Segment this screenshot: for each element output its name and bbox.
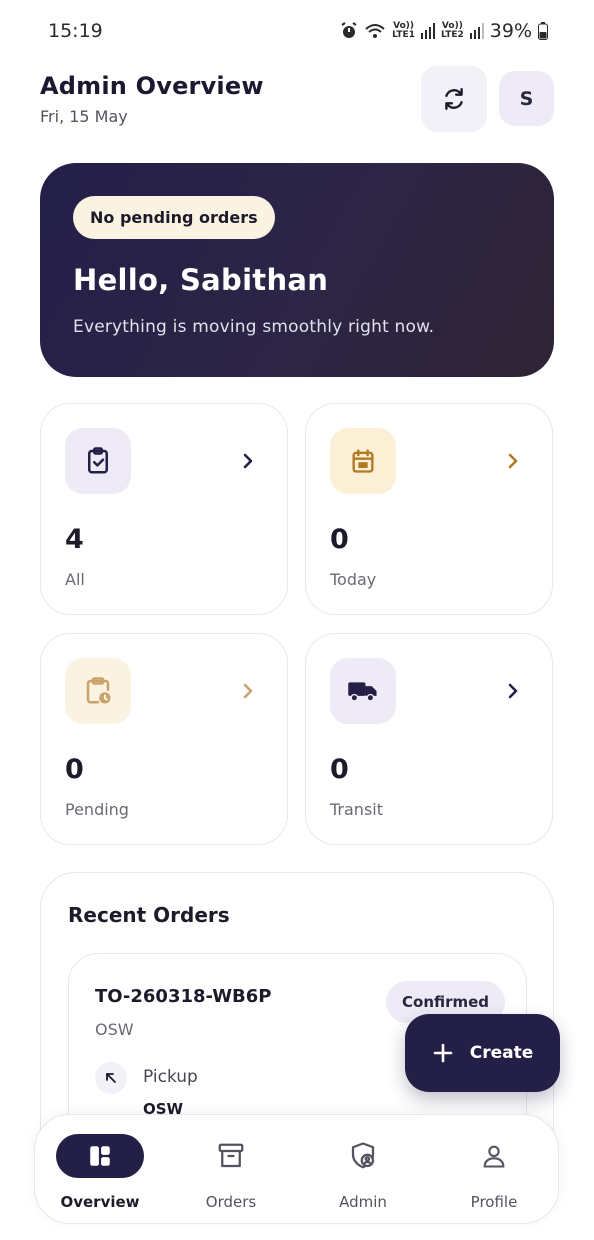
stat-icon-box — [65, 428, 131, 494]
truck-icon — [348, 682, 377, 702]
shield-user-icon — [351, 1142, 375, 1169]
status-icons: Vo)) LTE1 Vo)) LTE2 39% — [340, 20, 548, 42]
battery-percent: 39% — [489, 20, 532, 42]
hero-card: No pending orders Hello, Sabithan Everyt… — [40, 163, 554, 377]
nav-label: Orders — [205, 1193, 257, 1211]
nav-orders[interactable]: Orders — [171, 1133, 291, 1211]
stat-icon-box — [330, 428, 396, 494]
stat-label: Pending — [65, 800, 129, 819]
greeting: Hello, Sabithan — [73, 263, 329, 297]
header: Admin Overview Fri, 15 May S — [40, 66, 554, 132]
signal-icon — [420, 23, 435, 39]
archive-icon — [218, 1143, 244, 1168]
stat-icon-box — [330, 658, 396, 724]
stat-card-pending[interactable]: 0 Pending — [40, 633, 288, 845]
stat-count: 0 — [330, 524, 349, 555]
nav-profile[interactable]: Profile — [434, 1133, 554, 1211]
refresh-button[interactable] — [421, 66, 487, 132]
user-icon — [483, 1145, 505, 1168]
dashboard-icon — [90, 1146, 110, 1166]
hero-message: Everything is moving smoothly right now. — [73, 317, 435, 337]
avatar[interactable]: S — [499, 71, 554, 126]
battery-icon — [538, 22, 548, 40]
nav-admin[interactable]: Admin — [303, 1133, 423, 1211]
status-time: 15:19 — [48, 20, 103, 42]
wifi-icon — [365, 24, 385, 38]
stat-count: 0 — [330, 754, 349, 785]
pickup-label: Pickup — [143, 1067, 198, 1087]
clipboard-check-icon — [88, 447, 108, 474]
status-bar: 15:19 Vo)) LTE1 Vo)) LTE2 39% — [0, 0, 594, 62]
stat-label: Today — [330, 570, 377, 589]
chevron-right-icon — [508, 683, 518, 699]
signal-icon — [469, 23, 484, 39]
section-title: Recent Orders — [68, 903, 230, 927]
header-actions: S — [421, 66, 554, 132]
alarm-icon — [341, 22, 357, 38]
clipboard-clock-icon — [86, 677, 111, 704]
page-date: Fri, 15 May — [40, 107, 128, 126]
stat-card-transit[interactable]: 0 Transit — [305, 633, 553, 845]
nav-label: Profile — [470, 1193, 518, 1211]
nav-overview[interactable]: Overview — [40, 1133, 160, 1211]
refresh-icon — [445, 88, 463, 110]
status-pill: No pending orders — [73, 196, 275, 239]
order-subtitle: OSW — [95, 1020, 134, 1039]
nav-label: Overview — [60, 1193, 140, 1211]
stat-count: 4 — [65, 524, 84, 555]
chevron-right-icon — [243, 683, 253, 699]
calendar-icon — [352, 449, 374, 473]
stat-card-today[interactable]: 0 Today — [305, 403, 553, 615]
nav-label: Admin — [339, 1193, 387, 1211]
create-label: Create — [469, 1043, 534, 1063]
stat-label: Transit — [330, 800, 383, 819]
plus-icon — [433, 1043, 453, 1063]
bottom-navigation: Overview Orders Admin Profile — [34, 1114, 559, 1224]
arrow-up-left-icon — [95, 1062, 127, 1094]
header-titles: Admin Overview Fri, 15 May — [40, 72, 264, 126]
page-title: Admin Overview — [40, 72, 264, 100]
stat-count: 0 — [65, 754, 84, 785]
stat-icon-box — [65, 658, 131, 724]
network-lte2: Vo)) LTE2 — [440, 21, 464, 40]
stat-label: All — [65, 570, 85, 589]
order-id: TO-260318-WB6P — [95, 986, 272, 1007]
chevron-right-icon — [508, 453, 518, 469]
chevron-right-icon — [243, 453, 253, 469]
network-lte1: Vo)) LTE1 — [392, 21, 415, 40]
avatar-initial: S — [519, 87, 534, 110]
stat-card-all[interactable]: 4 All — [40, 403, 288, 615]
create-button[interactable]: Create — [405, 1014, 560, 1092]
nav-active-indicator — [56, 1134, 144, 1178]
